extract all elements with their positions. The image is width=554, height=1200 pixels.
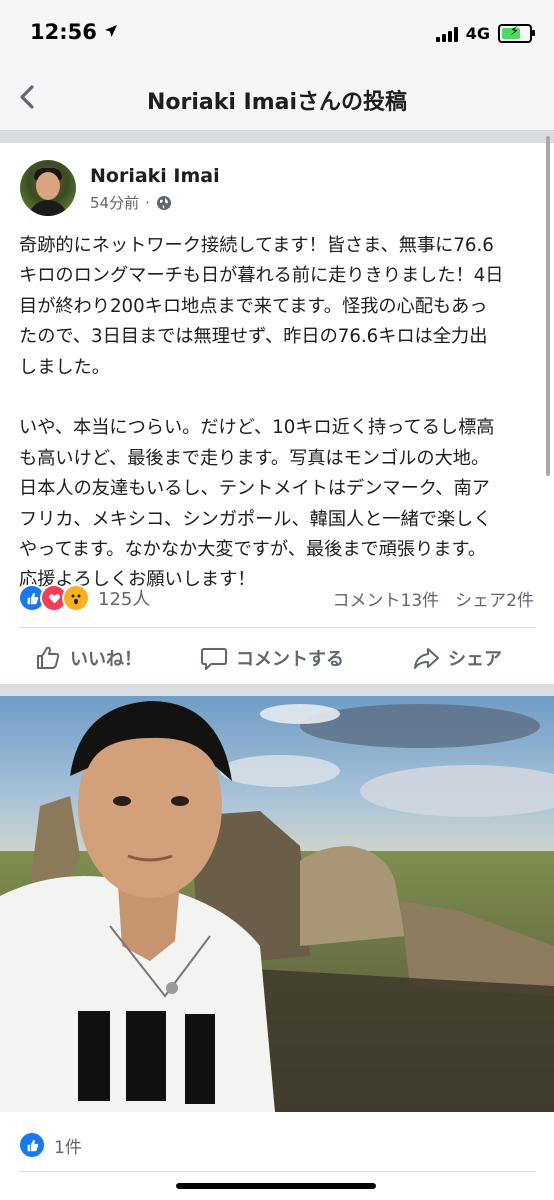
photo-like-count: 1件: [54, 1137, 82, 1158]
network-label: 4G: [465, 24, 490, 43]
like-button[interactable]: いいね！: [34, 640, 142, 676]
status-indicators: 4G ⚡: [435, 24, 535, 43]
signal-icon: [435, 26, 458, 42]
comment-bubble-icon: [201, 648, 227, 670]
globe-icon: [156, 195, 171, 210]
post-photo[interactable]: [0, 696, 554, 1112]
comment-count[interactable]: コメント13件: [333, 586, 440, 611]
section-divider: [0, 684, 554, 696]
photo-reactions-summary[interactable]: 1件: [18, 1131, 82, 1159]
share-count[interactable]: シェア2件: [455, 586, 534, 611]
page-title: Noriaki Imaiさんの投稿: [146, 90, 408, 115]
reaction-count: 125人: [98, 589, 151, 610]
location-arrow-icon: [105, 25, 118, 37]
wow-reaction-icon: [62, 584, 90, 612]
clock-text: 12:56: [30, 20, 97, 44]
selfie-photo-image: [0, 696, 554, 1112]
comment-label: コメントする: [236, 649, 344, 670]
engagement-counts: コメント13件 シェア2件: [333, 586, 534, 611]
author-name[interactable]: Noriaki Imai: [90, 165, 220, 187]
photo-action-bar-partial: [0, 1188, 554, 1200]
battery-icon: ⚡: [498, 24, 535, 43]
comment-button[interactable]: コメントする: [200, 640, 344, 676]
status-time: 12:56: [30, 20, 118, 44]
post-body-text: 奇跡的にネットワーク接続してます！皆さま、無事に76.6 キロのロングマーチも日…: [19, 235, 504, 591]
divider: [19, 1171, 535, 1172]
home-indicator[interactable]: [176, 1183, 376, 1189]
reactions-summary[interactable]: 125人: [18, 584, 150, 612]
post-timestamp[interactable]: 54分前: [90, 192, 139, 213]
divider: [19, 627, 535, 628]
post-meta: 54分前 ·: [90, 192, 172, 213]
section-divider: [0, 131, 554, 143]
share-label: シェア: [448, 649, 502, 670]
share-button[interactable]: シェア: [412, 640, 502, 676]
author-avatar[interactable]: [20, 160, 76, 216]
share-arrow-icon: [414, 648, 439, 669]
like-reaction-icon: [18, 1131, 46, 1159]
nav-bar: Noriaki Imaiさんの投稿: [0, 64, 554, 131]
like-label: いいね！: [70, 649, 142, 670]
status-bar: 12:56 4G ⚡: [0, 0, 554, 64]
scrollbar[interactable]: [546, 136, 550, 476]
thumbs-up-icon: [37, 646, 60, 669]
